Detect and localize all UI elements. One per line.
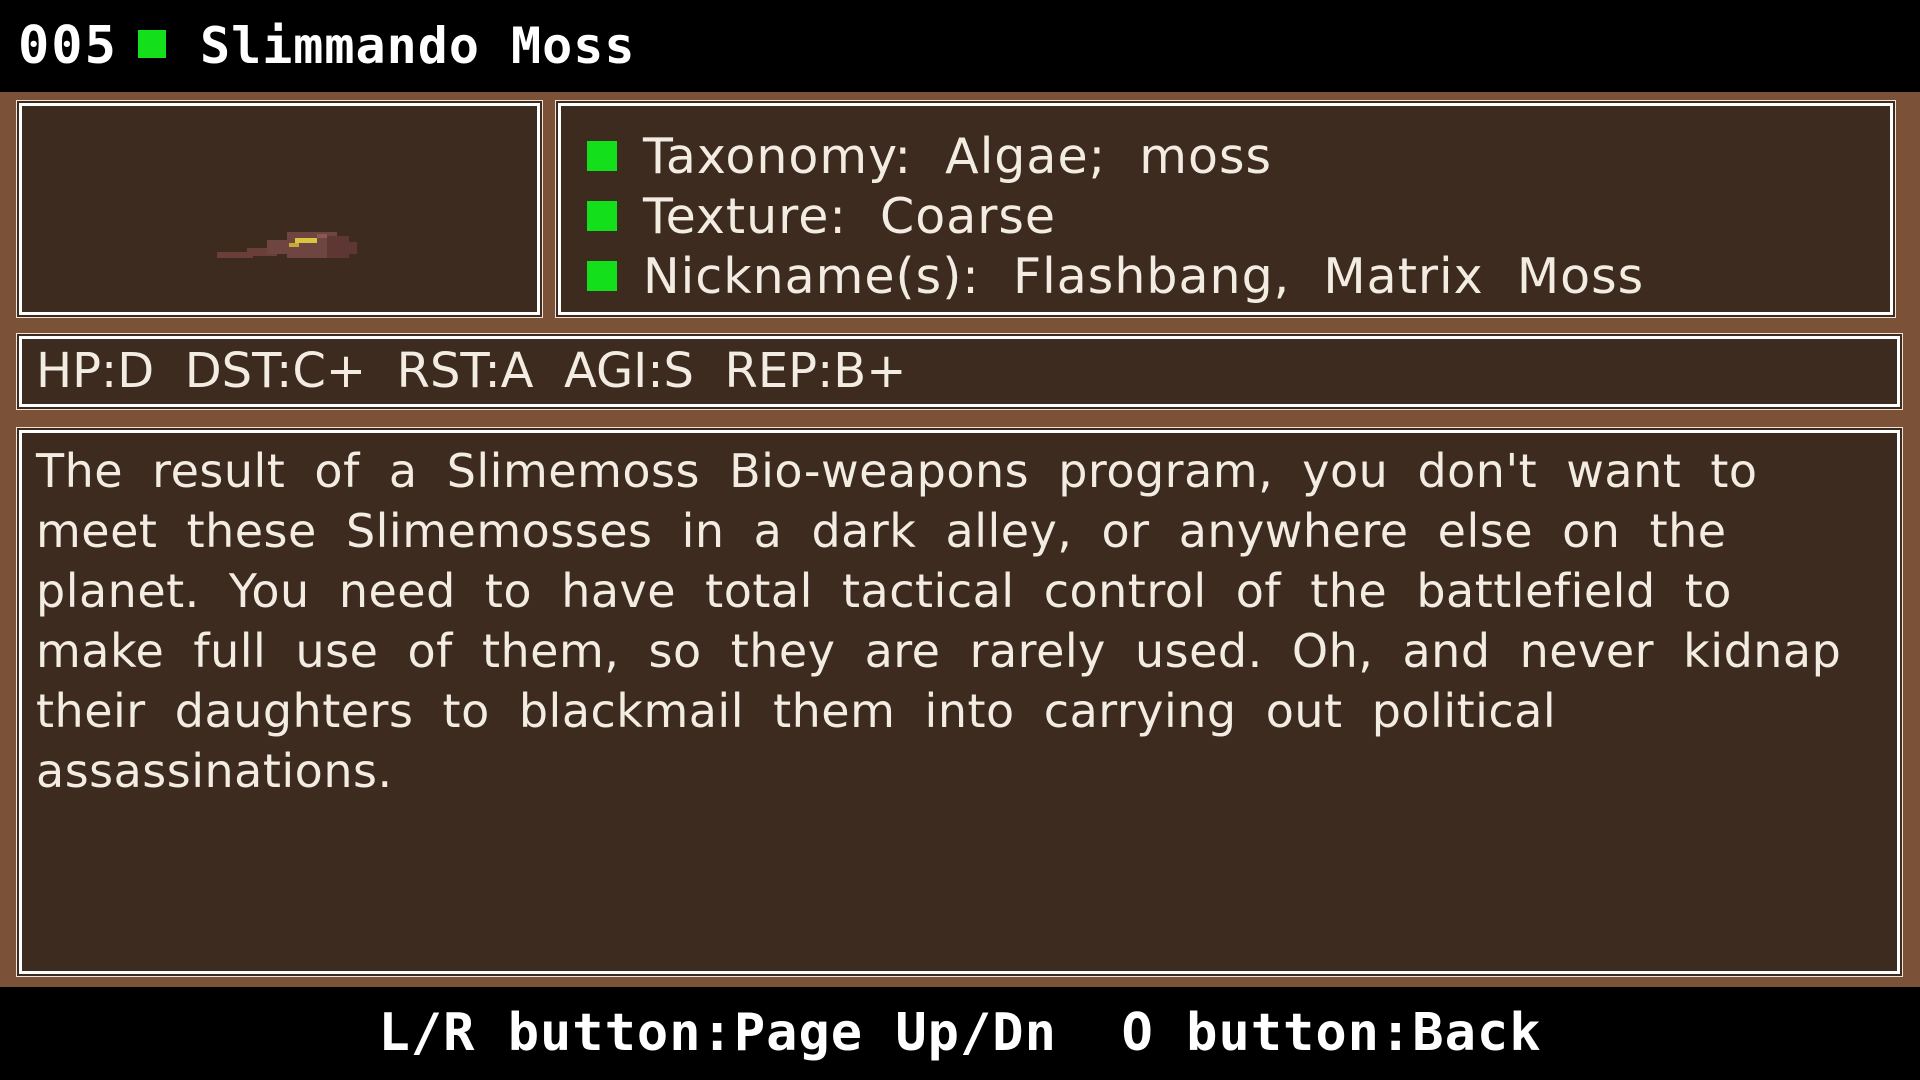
- bullet-icon: [587, 261, 617, 291]
- description-panel: The result of a Slimemoss Bio-weapons pr…: [19, 430, 1900, 974]
- controls-hint: L/R button:Page Up/Dn O button:Back: [378, 1003, 1542, 1063]
- info-row-taxonomy: Taxonomy: Algae; moss: [587, 126, 1272, 186]
- portrait-panel: [19, 103, 540, 315]
- entry-number: 005: [18, 16, 118, 76]
- stats-line: HP:D DST:C+ RST:A AGI:S REP:B+: [36, 343, 907, 399]
- info-row-nicknames: Nickname(s): Flashbang, Matrix Moss: [587, 246, 1644, 306]
- encyclopedia-screen: 005 Slimmando Moss Taxonomy: Algae; moss…: [0, 0, 1920, 1080]
- stats-panel: HP:D DST:C+ RST:A AGI:S REP:B+: [19, 336, 1900, 407]
- info-nicknames: Nickname(s): Flashbang, Matrix Moss: [643, 247, 1645, 305]
- slime-moss-sprite-icon: [217, 232, 357, 258]
- header-bar: 005 Slimmando Moss: [0, 0, 1920, 92]
- bullet-icon: [587, 141, 617, 171]
- info-texture: Texture: Coarse: [643, 187, 1057, 245]
- entry-marker-icon: [138, 30, 166, 58]
- entry-title: Slimmando Moss: [200, 17, 636, 75]
- bullet-icon: [587, 201, 617, 231]
- footer-bar: L/R button:Page Up/Dn O button:Back: [0, 987, 1920, 1080]
- description-text: The result of a Slimemoss Bio-weapons pr…: [36, 444, 1842, 798]
- info-taxonomy: Taxonomy: Algae; moss: [643, 127, 1273, 185]
- info-panel: Taxonomy: Algae; moss Texture: Coarse Ni…: [558, 103, 1893, 315]
- info-row-texture: Texture: Coarse: [587, 186, 1056, 246]
